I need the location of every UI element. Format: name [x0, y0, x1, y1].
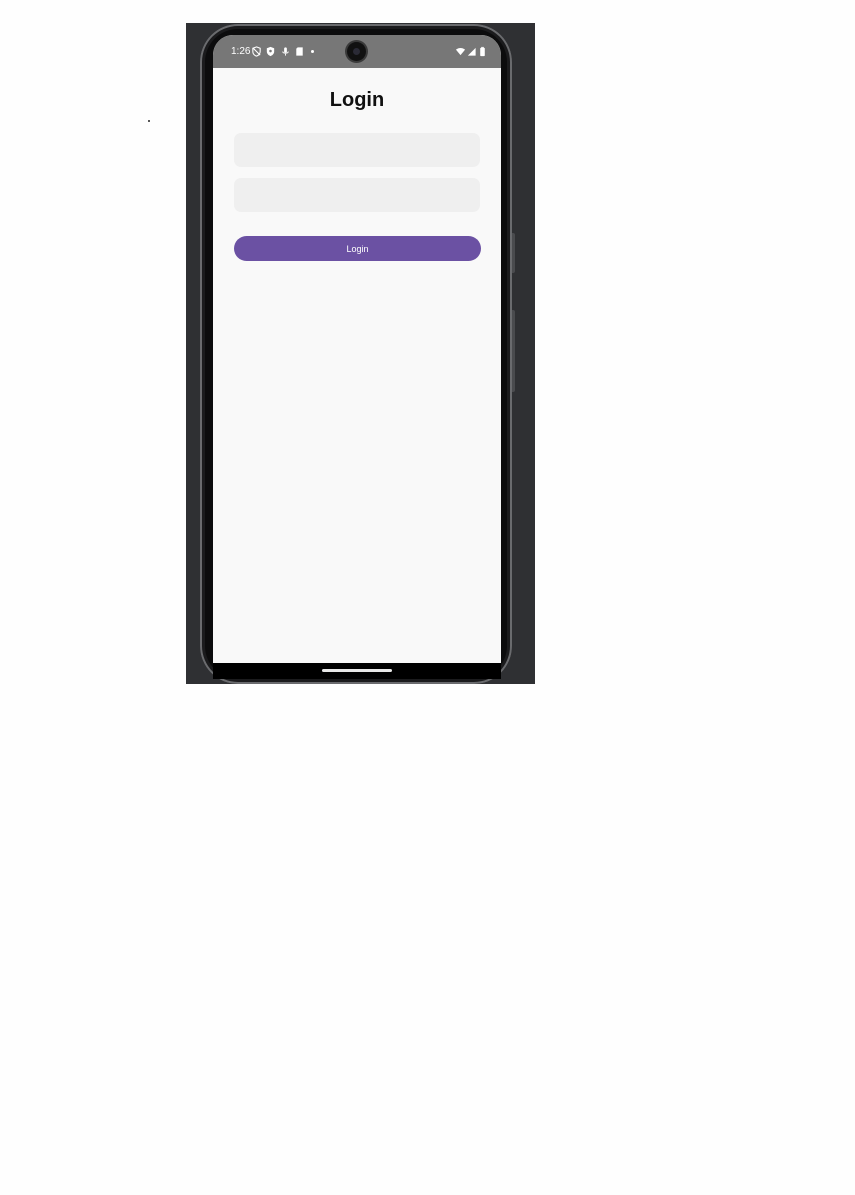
sd-card-icon	[296, 47, 303, 56]
stray-dot	[148, 120, 150, 122]
status-time: 1:26	[231, 46, 251, 57]
password-field[interactable]	[234, 178, 480, 212]
navigation-bar	[213, 663, 501, 679]
login-button[interactable]: Login	[234, 236, 481, 261]
mic-icon	[282, 47, 289, 56]
dot-icon	[311, 50, 314, 53]
signal-icon	[467, 47, 476, 56]
phone-screen: 1:26 Login Login	[213, 35, 501, 663]
power-key	[512, 233, 515, 273]
front-camera	[347, 42, 366, 61]
status-bar: 1:26	[213, 35, 501, 68]
page-title: Login	[329, 89, 385, 111]
shield-off-icon	[252, 46, 261, 57]
battery-icon	[480, 46, 485, 57]
wifi-icon	[455, 47, 466, 56]
home-gesture-handle[interactable]	[322, 669, 392, 672]
username-field[interactable]	[234, 133, 480, 167]
vpn-shield-icon	[266, 46, 275, 57]
volume-key	[512, 310, 515, 392]
